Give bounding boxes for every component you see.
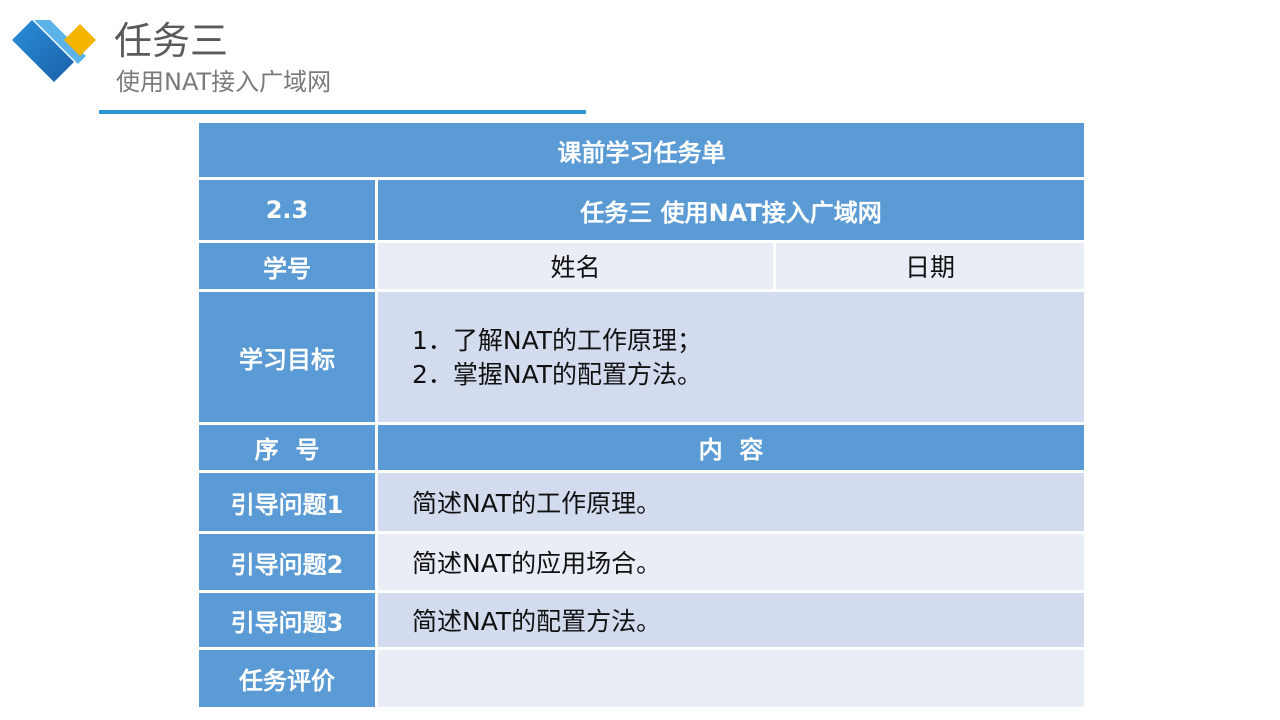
task-sheet-table: 课前学习任务单 2.3 任务三 使用NAT接入广域网 学号 姓名 日期 学习目标…	[196, 120, 1087, 710]
question-label: 引导问题2	[196, 531, 378, 593]
evaluation-field[interactable]	[375, 647, 1087, 710]
question-label: 引导问题3	[196, 590, 378, 650]
content-header: 内 容	[375, 422, 1087, 473]
section-number: 2.3	[196, 177, 378, 243]
question-text: 简述NAT的配置方法。	[375, 590, 1087, 650]
goal-content: 1．了解NAT的工作原理； 2．掌握NAT的配置方法。	[375, 289, 1087, 425]
logo-icon	[12, 20, 96, 82]
page-subtitle: 使用NAT接入广域网	[116, 68, 332, 96]
student-id-label: 学号	[196, 240, 378, 292]
date-label: 日期	[773, 240, 1087, 292]
question-label: 引导问题1	[196, 470, 378, 534]
question-text: 简述NAT的工作原理。	[375, 470, 1087, 534]
goal-label: 学习目标	[196, 289, 378, 425]
section-title: 任务三 使用NAT接入广域网	[375, 177, 1087, 243]
title-underline	[99, 110, 586, 114]
goal-item: 2．掌握NAT的配置方法。	[412, 360, 703, 389]
goal-item: 1．了解NAT的工作原理；	[412, 326, 703, 355]
question-text: 简述NAT的应用场合。	[375, 531, 1087, 593]
evaluation-label: 任务评价	[196, 647, 378, 710]
index-header: 序 号	[196, 422, 378, 473]
page-title: 任务三	[114, 19, 229, 63]
table-title: 课前学习任务单	[196, 120, 1087, 180]
name-label: 姓名	[375, 240, 776, 292]
